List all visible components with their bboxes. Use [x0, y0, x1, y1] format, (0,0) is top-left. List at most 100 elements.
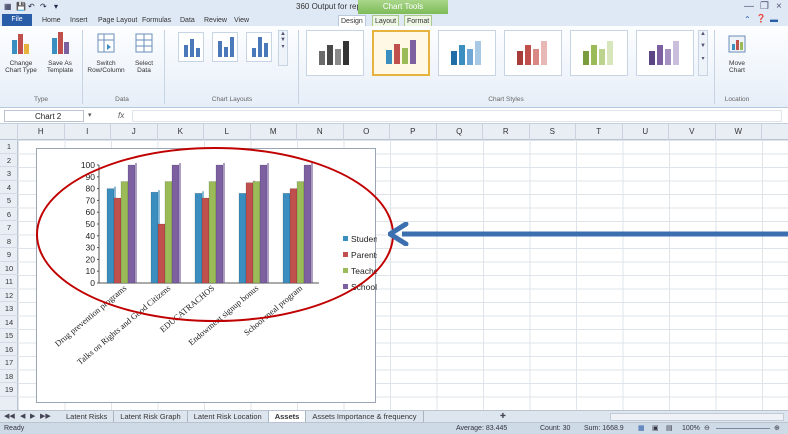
column-header[interactable]: W	[716, 124, 762, 140]
save-as-template-button[interactable]: Save As Template	[42, 30, 78, 74]
row-header[interactable]: 11	[0, 275, 18, 289]
chart-style-6[interactable]	[636, 30, 694, 76]
column-header[interactable]: V	[669, 124, 716, 140]
chart-layout-2[interactable]	[212, 32, 238, 62]
column-header[interactable]: I	[65, 124, 111, 140]
row-header[interactable]: 15	[0, 329, 18, 343]
tab-home[interactable]: Home	[40, 15, 63, 26]
tab-data[interactable]: Data	[178, 15, 197, 26]
switch-row-column-button[interactable]: Switch Row/Column	[86, 30, 126, 74]
zoom-in-icon[interactable]: ⊕	[774, 424, 780, 434]
column-header[interactable]: O	[344, 124, 390, 140]
insert-function-icon[interactable]: fx	[118, 111, 124, 120]
page-break-view-icon[interactable]: ▤	[666, 424, 673, 434]
chart-layout-1[interactable]	[178, 32, 204, 62]
row-header[interactable]: 17	[0, 356, 18, 370]
column-header[interactable]: N	[297, 124, 344, 140]
row-header[interactable]: 8	[0, 235, 18, 248]
column-header[interactable]: R	[483, 124, 530, 140]
chart-style-2[interactable]	[372, 30, 430, 76]
chart-style-5[interactable]	[570, 30, 628, 76]
zoom-slider[interactable]	[716, 428, 770, 429]
zoom-level[interactable]: 100%	[682, 424, 700, 434]
column-header[interactable]: S	[530, 124, 576, 140]
excel-logo-icon: ▦	[4, 2, 12, 11]
row-header[interactable]: 19	[0, 383, 18, 397]
column-header[interactable]: H	[18, 124, 65, 140]
save-icon[interactable]: 💾	[16, 2, 26, 12]
prev-sheet-icon[interactable]: ◀	[20, 412, 25, 420]
row-header[interactable]: 5	[0, 194, 18, 208]
normal-view-icon[interactable]: ▦	[638, 424, 645, 434]
tab-file[interactable]: File	[2, 14, 32, 26]
redo-icon[interactable]: ↷	[40, 2, 47, 12]
insert-sheet-icon[interactable]: ✚	[500, 412, 506, 420]
tab-insert[interactable]: Insert	[68, 15, 90, 26]
chart-style-3[interactable]	[438, 30, 496, 76]
tab-formulas[interactable]: Formulas	[140, 15, 173, 26]
column-header[interactable]: U	[623, 124, 669, 140]
chart-layouts-scroll[interactable]: ▲ ▼ ▾	[278, 30, 288, 66]
type-group-label: Type	[33, 96, 49, 103]
column-header[interactable]: L	[204, 124, 251, 140]
column-header[interactable]: T	[576, 124, 623, 140]
column-header[interactable]: J	[111, 124, 158, 140]
row-header[interactable]: 12	[0, 289, 18, 302]
name-box-dropdown-icon[interactable]: ▾	[88, 111, 92, 119]
horizontal-scrollbar[interactable]	[610, 413, 784, 421]
row-header[interactable]: 4	[0, 181, 18, 194]
row-header[interactable]: 2	[0, 154, 18, 167]
tab-format[interactable]: Format	[404, 15, 433, 26]
tab-page-layout[interactable]: Page Layout	[96, 15, 139, 26]
next-sheet-icon[interactable]: ▶	[30, 412, 35, 420]
row-header[interactable]: 7	[0, 221, 18, 235]
ribbon-separator	[298, 30, 299, 104]
window-options-icon[interactable]: ▬	[770, 15, 778, 24]
close-icon[interactable]: ×	[776, 1, 782, 12]
select-all-corner[interactable]	[0, 124, 18, 140]
change-chart-type-button[interactable]: Change Chart Type	[4, 30, 38, 74]
chart-styles-scroll[interactable]: ▲ ▼ ▾	[698, 30, 708, 76]
chart-layout-3[interactable]	[246, 32, 272, 62]
column-header[interactable]: P	[390, 124, 437, 140]
undo-icon[interactable]: ↶	[28, 2, 35, 12]
chart-style-4[interactable]	[504, 30, 562, 76]
column-header-bar: HIJKLMNOPQRSTUVW	[0, 124, 788, 140]
chart-style-1[interactable]	[306, 30, 364, 76]
column-header[interactable]: Q	[437, 124, 483, 140]
help-icon[interactable]: ❓	[756, 14, 766, 23]
column-header[interactable]: K	[158, 124, 204, 140]
row-header[interactable]: 18	[0, 370, 18, 383]
tab-review[interactable]: Review	[202, 15, 229, 26]
row-header[interactable]: 1	[0, 140, 18, 154]
last-sheet-icon[interactable]: ▶▶	[40, 412, 51, 420]
formula-input[interactable]	[132, 110, 782, 122]
location-group-label: Location	[724, 96, 750, 103]
row-header[interactable]: 10	[0, 262, 18, 275]
first-sheet-icon[interactable]: ◀◀	[4, 412, 15, 420]
tab-design[interactable]: Design	[338, 15, 366, 26]
tab-layout[interactable]: Layout	[372, 15, 400, 26]
row-header[interactable]: 16	[0, 343, 18, 356]
customize-qat-icon[interactable]: ▾	[54, 2, 58, 12]
ribbon-minimize-icon[interactable]: ⌃	[744, 15, 751, 24]
row-header[interactable]: 14	[0, 316, 18, 329]
highlight-ellipse	[36, 147, 394, 322]
switch-row-column-icon	[97, 33, 115, 53]
select-data-button[interactable]: Select Data	[130, 30, 158, 74]
tab-view[interactable]: View	[232, 15, 251, 26]
status-sum: Sum: 1668.9	[584, 425, 624, 432]
minimize-icon[interactable]: —	[744, 1, 754, 12]
select-data-icon	[135, 33, 153, 53]
row-header[interactable]: 3	[0, 167, 18, 181]
chart-layouts-label: Chart Layouts	[211, 96, 253, 103]
name-box[interactable]: Chart 2	[4, 110, 84, 122]
row-header[interactable]: 13	[0, 302, 18, 316]
page-layout-view-icon[interactable]: ▣	[652, 424, 659, 434]
row-header[interactable]: 9	[0, 248, 18, 262]
move-chart-button[interactable]: Move Chart	[722, 30, 752, 74]
column-header[interactable]: M	[251, 124, 297, 140]
row-header[interactable]: 6	[0, 208, 18, 221]
zoom-out-icon[interactable]: ⊖	[704, 424, 710, 434]
restore-icon[interactable]: ❐	[760, 1, 769, 12]
